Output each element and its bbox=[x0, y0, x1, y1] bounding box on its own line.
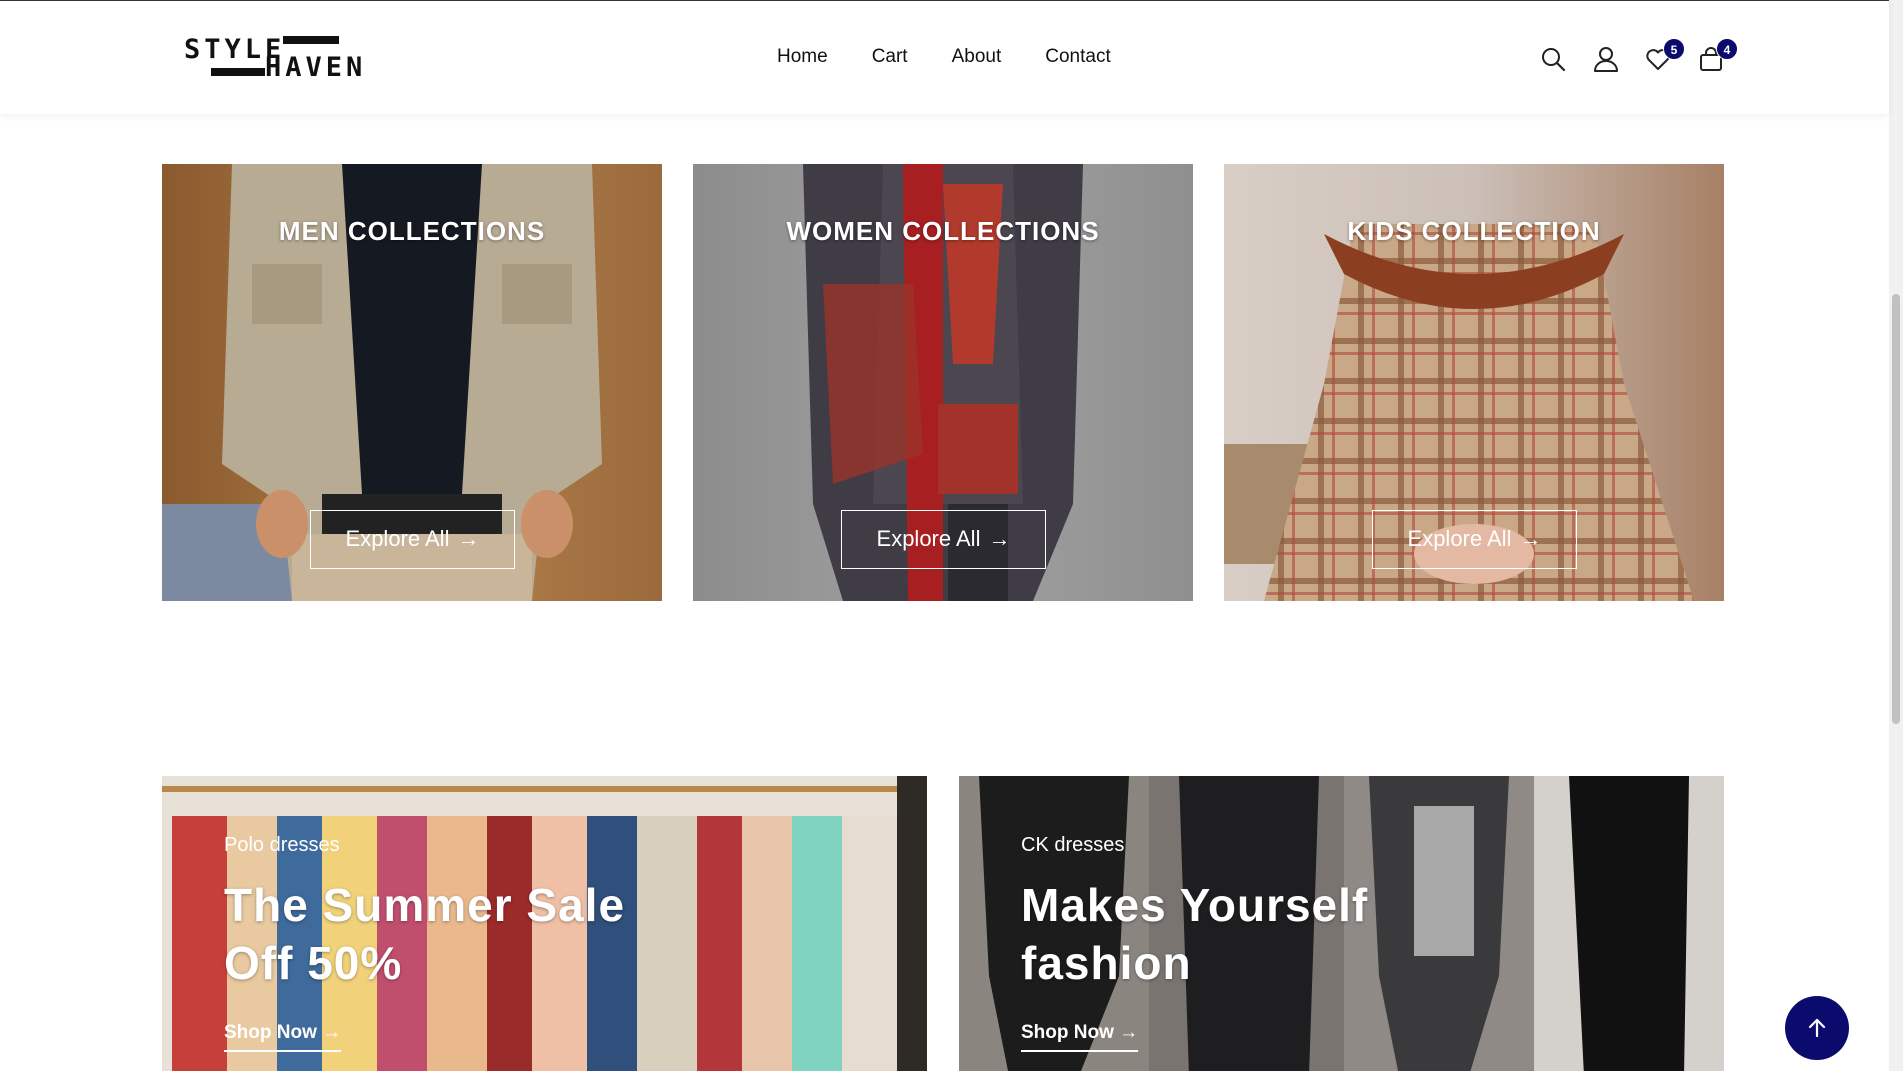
page-scrollbar[interactable] bbox=[1889, 0, 1903, 1071]
kids-collection-title: KIDS COLLECTION bbox=[1347, 216, 1601, 246]
logo-bar-top bbox=[283, 36, 339, 44]
men-collection-card[interactable]: MEN COLLECTIONS Explore All → bbox=[162, 164, 662, 601]
page: STYLE HAVEN Home Cart About Contact 5 4 … bbox=[0, 0, 1903, 1071]
cart-count-badge: 4 bbox=[1716, 38, 1738, 60]
scroll-to-top-button[interactable] bbox=[1785, 996, 1849, 1060]
arrow-right-icon: → bbox=[988, 526, 1011, 551]
shop-now-link[interactable]: Shop Now → bbox=[224, 1022, 342, 1052]
arrow-up-icon bbox=[1808, 1018, 1826, 1038]
banner-heading-line2: Off 50% bbox=[224, 937, 403, 989]
site-header: STYLE HAVEN Home Cart About Contact 5 4 bbox=[0, 0, 1889, 114]
arrow-right-icon: → bbox=[1119, 1022, 1139, 1043]
banner-subtitle: Polo dresses bbox=[224, 834, 340, 856]
kids-explore-all-button[interactable]: Explore All → bbox=[1372, 510, 1577, 569]
wishlist-count-badge: 5 bbox=[1663, 38, 1685, 60]
arrow-right-icon: → bbox=[1519, 526, 1542, 551]
women-collection-card[interactable]: WOMEN COLLECTIONS Explore All → bbox=[693, 164, 1193, 601]
summer-sale-banner: Polo dresses The Summer Sale Off 50% Sho… bbox=[162, 776, 927, 1071]
banner-heading-line1: Makes Yourself bbox=[1021, 879, 1369, 931]
search-icon[interactable] bbox=[1539, 45, 1567, 73]
women-explore-all-button[interactable]: Explore All → bbox=[841, 510, 1046, 569]
banner-heading: Makes Yourself fashion bbox=[1021, 876, 1368, 992]
fashion-banner: CK dresses Makes Yourself fashion Shop N… bbox=[959, 776, 1724, 1071]
shop-now-link[interactable]: Shop Now → bbox=[1021, 1022, 1139, 1052]
shop-now-label: Shop Now bbox=[224, 1022, 317, 1043]
scrollbar-thumb[interactable] bbox=[1892, 294, 1900, 724]
banner-heading-line2: fashion bbox=[1021, 937, 1192, 989]
men-explore-label: Explore All bbox=[345, 526, 450, 551]
women-collection-title: WOMEN COLLECTIONS bbox=[786, 216, 1100, 246]
kids-collection-card[interactable]: KIDS COLLECTION Explore All → bbox=[1224, 164, 1724, 601]
shop-now-label: Shop Now bbox=[1021, 1022, 1114, 1043]
banner-subtitle: CK dresses bbox=[1021, 834, 1125, 856]
user-icon[interactable] bbox=[1592, 45, 1620, 73]
banner-heading-line1: The Summer Sale bbox=[224, 879, 626, 931]
banner-heading: The Summer Sale Off 50% bbox=[224, 876, 625, 992]
women-explore-label: Explore All bbox=[876, 526, 981, 551]
arrow-right-icon: → bbox=[457, 526, 480, 551]
men-explore-all-button[interactable]: Explore All → bbox=[310, 510, 515, 569]
men-collection-title: MEN COLLECTIONS bbox=[278, 216, 546, 246]
header-icons: 5 4 bbox=[0, 38, 1889, 75]
arrow-right-icon: → bbox=[322, 1022, 342, 1043]
kids-explore-label: Explore All bbox=[1407, 526, 1512, 551]
